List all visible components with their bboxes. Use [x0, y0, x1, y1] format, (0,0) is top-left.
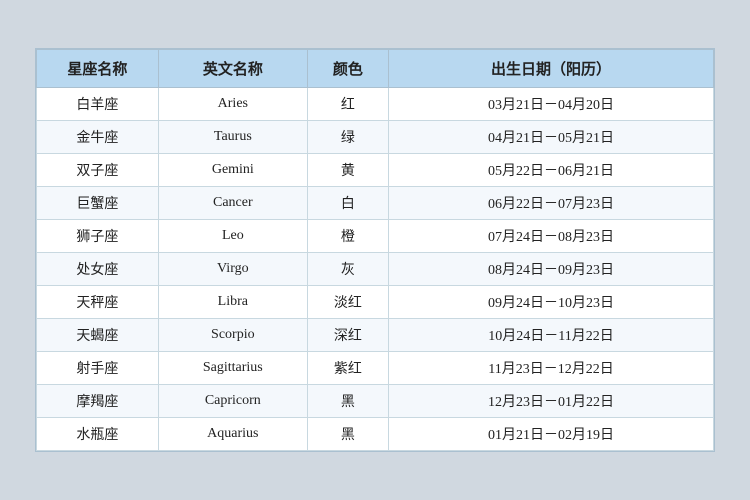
table-row: 狮子座Leo橙07月24日－08月23日 [37, 220, 714, 253]
cell-date: 01月21日－02月19日 [389, 418, 714, 451]
cell-color: 绿 [307, 121, 388, 154]
cell-cn: 天蝎座 [37, 319, 159, 352]
cell-color: 淡红 [307, 286, 388, 319]
cell-en: Aries [158, 88, 307, 121]
cell-date: 05月22日－06月21日 [389, 154, 714, 187]
cell-cn: 白羊座 [37, 88, 159, 121]
header-date: 出生日期（阳历） [389, 50, 714, 88]
cell-en: Scorpio [158, 319, 307, 352]
cell-date: 09月24日－10月23日 [389, 286, 714, 319]
table-row: 水瓶座Aquarius黑01月21日－02月19日 [37, 418, 714, 451]
cell-cn: 水瓶座 [37, 418, 159, 451]
header-en: 英文名称 [158, 50, 307, 88]
cell-date: 07月24日－08月23日 [389, 220, 714, 253]
cell-color: 黑 [307, 385, 388, 418]
table-row: 金牛座Taurus绿04月21日－05月21日 [37, 121, 714, 154]
table-row: 天蝎座Scorpio深红10月24日－11月22日 [37, 319, 714, 352]
cell-cn: 金牛座 [37, 121, 159, 154]
cell-en: Cancer [158, 187, 307, 220]
table-row: 巨蟹座Cancer白06月22日－07月23日 [37, 187, 714, 220]
cell-en: Libra [158, 286, 307, 319]
cell-en: Gemini [158, 154, 307, 187]
cell-color: 深红 [307, 319, 388, 352]
zodiac-table-wrapper: 星座名称 英文名称 颜色 出生日期（阳历） 白羊座Aries红03月21日－04… [35, 48, 715, 452]
zodiac-table: 星座名称 英文名称 颜色 出生日期（阳历） 白羊座Aries红03月21日－04… [36, 49, 714, 451]
cell-cn: 摩羯座 [37, 385, 159, 418]
cell-date: 10月24日－11月22日 [389, 319, 714, 352]
table-row: 处女座Virgo灰08月24日－09月23日 [37, 253, 714, 286]
header-color: 颜色 [307, 50, 388, 88]
cell-cn: 处女座 [37, 253, 159, 286]
cell-en: Capricorn [158, 385, 307, 418]
cell-en: Virgo [158, 253, 307, 286]
cell-en: Taurus [158, 121, 307, 154]
table-row: 白羊座Aries红03月21日－04月20日 [37, 88, 714, 121]
cell-color: 黑 [307, 418, 388, 451]
cell-color: 灰 [307, 253, 388, 286]
cell-color: 黄 [307, 154, 388, 187]
cell-cn: 巨蟹座 [37, 187, 159, 220]
table-header-row: 星座名称 英文名称 颜色 出生日期（阳历） [37, 50, 714, 88]
cell-date: 06月22日－07月23日 [389, 187, 714, 220]
table-row: 射手座Sagittarius紫红11月23日－12月22日 [37, 352, 714, 385]
cell-date: 04月21日－05月21日 [389, 121, 714, 154]
cell-cn: 双子座 [37, 154, 159, 187]
cell-en: Aquarius [158, 418, 307, 451]
cell-date: 12月23日－01月22日 [389, 385, 714, 418]
cell-en: Sagittarius [158, 352, 307, 385]
cell-color: 白 [307, 187, 388, 220]
table-row: 双子座Gemini黄05月22日－06月21日 [37, 154, 714, 187]
cell-date: 08月24日－09月23日 [389, 253, 714, 286]
cell-en: Leo [158, 220, 307, 253]
table-row: 天秤座Libra淡红09月24日－10月23日 [37, 286, 714, 319]
cell-color: 橙 [307, 220, 388, 253]
cell-color: 紫红 [307, 352, 388, 385]
table-row: 摩羯座Capricorn黑12月23日－01月22日 [37, 385, 714, 418]
header-cn: 星座名称 [37, 50, 159, 88]
cell-cn: 射手座 [37, 352, 159, 385]
cell-cn: 狮子座 [37, 220, 159, 253]
cell-color: 红 [307, 88, 388, 121]
cell-cn: 天秤座 [37, 286, 159, 319]
cell-date: 11月23日－12月22日 [389, 352, 714, 385]
cell-date: 03月21日－04月20日 [389, 88, 714, 121]
